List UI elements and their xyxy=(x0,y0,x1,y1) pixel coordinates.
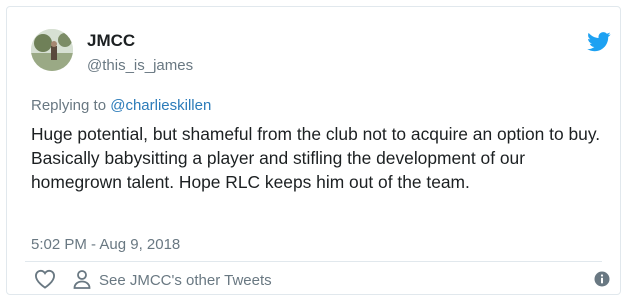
twitter-bird-icon[interactable] xyxy=(587,32,611,52)
heart-icon[interactable] xyxy=(34,269,56,289)
avatar-photo xyxy=(31,29,73,71)
display-name[interactable]: JMCC xyxy=(87,31,135,51)
embedded-tweet-card: JMCC @this_is_james Replying to @charlie… xyxy=(6,6,621,295)
divider xyxy=(25,261,602,262)
person-icon[interactable] xyxy=(72,269,92,289)
user-handle[interactable]: @this_is_james xyxy=(87,57,193,74)
info-icon[interactable] xyxy=(594,271,610,287)
avatar[interactable] xyxy=(31,29,73,71)
reply-context: Replying to @charlieskillen xyxy=(31,97,211,114)
see-other-tweets-link[interactable]: See JMCC's other Tweets xyxy=(99,272,272,289)
reply-to-link[interactable]: @charlieskillen xyxy=(110,97,211,114)
tweet-timestamp[interactable]: 5:02 PM - Aug 9, 2018 xyxy=(31,236,180,253)
tweet-text: Huge potential, but shameful from the cl… xyxy=(31,124,601,192)
reply-prefix: Replying to xyxy=(31,97,111,114)
